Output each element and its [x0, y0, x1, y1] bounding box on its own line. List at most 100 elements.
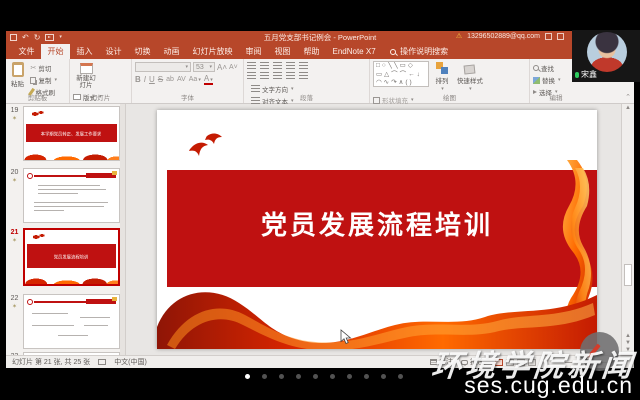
- language-status[interactable]: 中文(中国): [114, 357, 147, 367]
- thumb-title: 本学期党员转正、发展工作要求: [41, 130, 101, 136]
- ribbon-options-icon[interactable]: [557, 33, 564, 40]
- new-slide-icon: [80, 63, 93, 74]
- thumbnail-slide-22[interactable]: 22 ✶: [6, 294, 126, 349]
- tab-endnote[interactable]: EndNote X7: [326, 44, 382, 59]
- page-dot: [279, 374, 284, 379]
- text-shadow-button[interactable]: ab: [166, 76, 174, 83]
- find-button[interactable]: 查找: [533, 63, 561, 73]
- replace-icon: [533, 77, 540, 84]
- tab-slideshow[interactable]: 幻灯片放映: [186, 44, 239, 59]
- italic-button[interactable]: I: [144, 75, 146, 84]
- avatar: [587, 32, 627, 72]
- group-clipboard: 粘贴 ✂剪切 复制 格式刷 剪贴板: [6, 59, 70, 103]
- thumbnail-slide-20[interactable]: 20 ✶: [6, 168, 126, 223]
- page-dot: [262, 374, 267, 379]
- gear-icon: [27, 299, 33, 305]
- cut-button[interactable]: ✂剪切: [30, 63, 57, 73]
- gear-icon: [27, 173, 33, 179]
- slide-thumbnail-panel[interactable]: 19 ✶ 本学期党员转正、发展工作要求 20 ✶: [6, 104, 126, 355]
- change-case-button[interactable]: Aa: [189, 76, 201, 83]
- slide-number: 19: [11, 107, 19, 114]
- slide-title[interactable]: 党员发展流程培训: [157, 205, 597, 242]
- underline-button[interactable]: U: [149, 75, 155, 84]
- align-center-icon[interactable]: [260, 72, 269, 80]
- thumbnail-scrollbar[interactable]: [120, 104, 125, 355]
- account-email[interactable]: 13296502889@qq.com: [467, 33, 540, 40]
- page-dots[interactable]: [245, 374, 403, 379]
- columns-icon[interactable]: [299, 72, 308, 80]
- numbering-icon[interactable]: [260, 62, 269, 70]
- char-spacing-button[interactable]: AV: [177, 76, 186, 83]
- page-dot: [381, 374, 386, 379]
- quick-styles-button[interactable]: 快速样式: [455, 64, 485, 93]
- tab-view[interactable]: 视图: [268, 44, 297, 59]
- tab-review[interactable]: 审阅: [239, 44, 268, 59]
- paste-button[interactable]: 粘贴: [9, 61, 26, 89]
- align-left-icon[interactable]: [247, 72, 256, 80]
- current-slide-canvas[interactable]: 党员发展流程培训: [157, 110, 597, 349]
- align-right-icon[interactable]: [273, 72, 282, 80]
- doves-decoration: [33, 234, 45, 239]
- microphone-icon: [575, 72, 579, 78]
- tab-animations[interactable]: 动画: [157, 44, 186, 59]
- bold-button[interactable]: B: [135, 75, 141, 84]
- font-color-button[interactable]: A: [204, 74, 213, 85]
- shapes-gallery[interactable]: □○╲╲▭◇ ▭△⌒⌒←↓ ◠∿↷∧(): [373, 61, 429, 87]
- tab-design[interactable]: 设计: [99, 44, 128, 59]
- slide-scrollbar[interactable]: ▲ ▲ ▼▼: [621, 104, 634, 355]
- webcam-overlay[interactable]: 宋鑫: [572, 30, 640, 82]
- group-drawing: □○╲╲▭◇ ▭△⌒⌒←↓ ◠∿↷∧() 排列 快速样式 形状填充 形状轮廓 形…: [370, 59, 530, 103]
- page-dot: [296, 374, 301, 379]
- new-slide-button[interactable]: 新建幻灯片: [73, 62, 99, 90]
- previous-slide-icon[interactable]: ▲: [622, 333, 634, 339]
- page-dot: [398, 374, 403, 379]
- thumbnail-slide-19[interactable]: 19 ✶ 本学期党员转正、发展工作要求: [6, 106, 126, 161]
- thumb-title: 党员发展流程培训: [54, 253, 89, 259]
- decrease-indent-icon[interactable]: [273, 62, 282, 70]
- ribbon: 粘贴 ✂剪切 复制 格式刷 剪贴板 新建幻灯片 版式 重置 节 幻灯片 ▾: [6, 59, 634, 104]
- page-dot: [245, 374, 250, 379]
- watermark-url: ses.cug.edu.cn: [464, 372, 633, 399]
- cut-icon: ✂: [30, 64, 36, 72]
- scroll-up-icon[interactable]: ▲: [622, 105, 634, 111]
- thumbnail-slide-21-selected[interactable]: 21 ✶ 党员发展流程培训: [6, 228, 126, 286]
- group-label-editing: 编辑: [530, 92, 582, 102]
- participant-name: 宋鑫: [581, 69, 597, 80]
- grow-font-button[interactable]: A˄: [217, 63, 227, 72]
- scrollbar-thumb[interactable]: [624, 264, 632, 286]
- page-dot: [330, 374, 335, 379]
- shrink-font-button[interactable]: A˅: [229, 64, 238, 71]
- collapse-ribbon-icon[interactable]: ⌃: [625, 93, 631, 101]
- tab-transitions[interactable]: 切换: [128, 44, 157, 59]
- tell-me-search[interactable]: 操作说明搜索: [382, 44, 456, 59]
- font-size-select[interactable]: 53▾: [193, 62, 215, 72]
- silk-ribbon-bottom: [157, 275, 597, 349]
- font-name-select[interactable]: ▾: [135, 62, 191, 72]
- tab-insert[interactable]: 插入: [70, 44, 99, 59]
- find-icon: [533, 65, 539, 71]
- workspace: 19 ✶ 本学期党员转正、发展工作要求 20 ✶: [6, 104, 634, 355]
- arrange-button[interactable]: 排列: [433, 61, 450, 93]
- justify-icon[interactable]: [286, 72, 295, 80]
- keyboard-icon: [98, 359, 106, 365]
- replace-button[interactable]: 替换: [533, 75, 561, 85]
- increase-indent-icon[interactable]: [286, 62, 295, 70]
- ribbon-tab-bar: 文件 开始 插入 设计 切换 动画 幻灯片放映 审阅 视图 帮助 EndNote…: [6, 44, 634, 59]
- group-slides: 新建幻灯片 版式 重置 节 幻灯片: [70, 59, 132, 103]
- group-label-slides: 幻灯片: [70, 92, 131, 102]
- slide-editor-area[interactable]: 党员发展流程培训: [127, 104, 621, 355]
- group-label-clipboard: 剪贴板: [6, 92, 69, 102]
- tab-home[interactable]: 开始: [41, 44, 70, 59]
- share-icon[interactable]: [545, 33, 552, 40]
- bullets-icon[interactable]: [247, 62, 256, 70]
- slide-number: 21: [11, 229, 19, 236]
- page-dot: [313, 374, 318, 379]
- group-font: ▾ 53▾ A˄ A˅ B I U S ab AV Aa A 字体: [132, 59, 244, 103]
- copy-button[interactable]: 复制: [30, 75, 57, 85]
- tab-help[interactable]: 帮助: [297, 44, 326, 59]
- strikethrough-button[interactable]: S: [158, 75, 163, 84]
- tab-file[interactable]: 文件: [12, 44, 41, 59]
- animation-star-icon: ✶: [12, 303, 17, 310]
- line-spacing-icon[interactable]: [299, 62, 308, 70]
- copy-icon: [30, 77, 36, 84]
